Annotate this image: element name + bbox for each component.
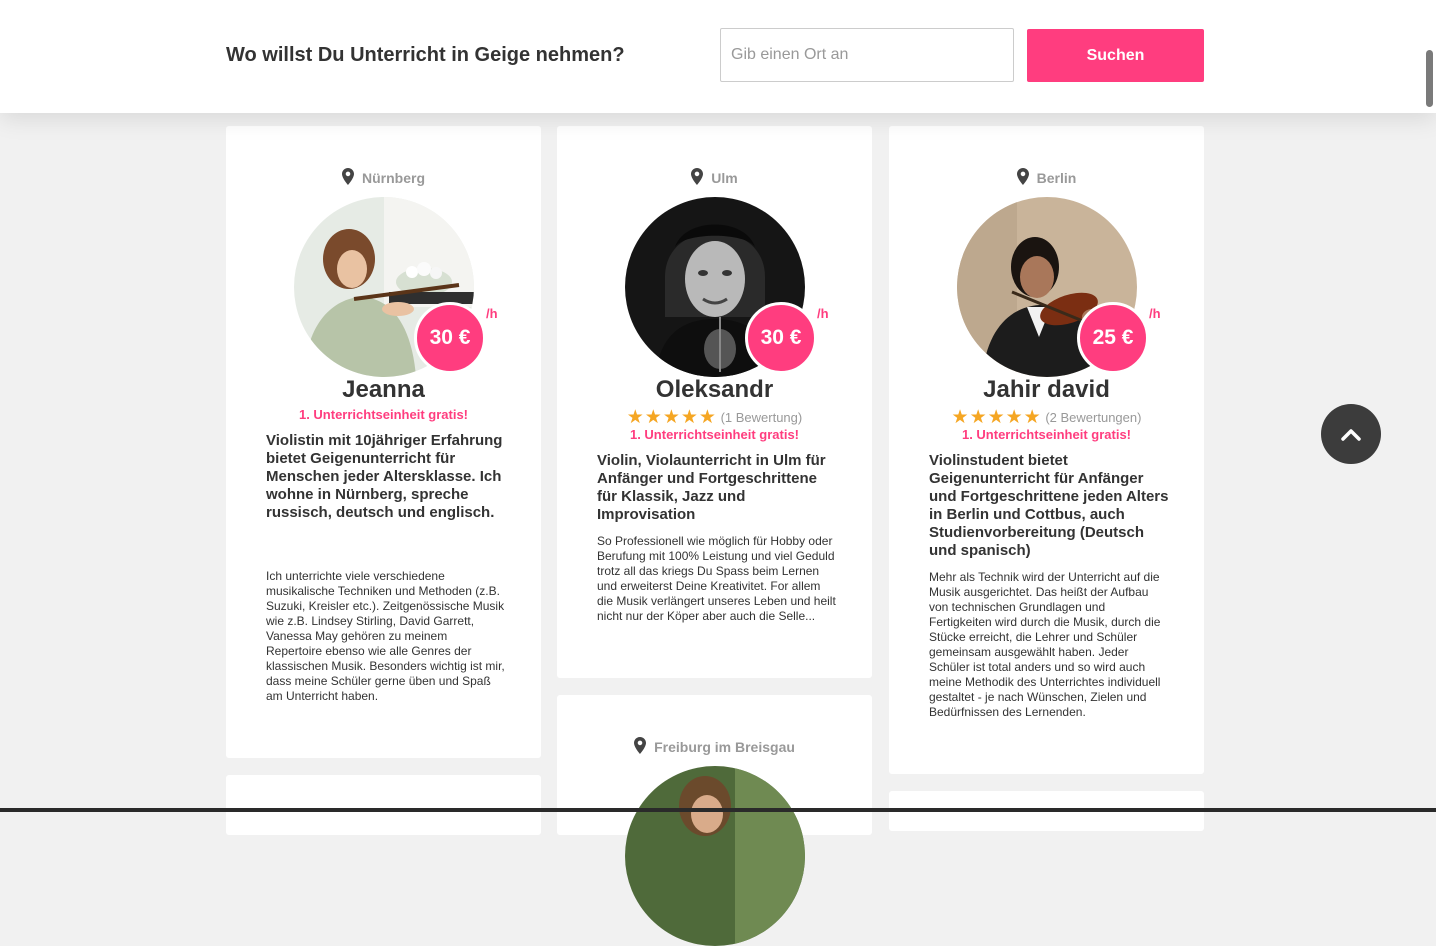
location-label: Freiburg im Breisgau [654,739,795,755]
price-badge: 30 € [414,302,486,374]
teacher-headline: Violin, Violaunterricht in Ulm für Anfän… [597,452,826,523]
teacher-headline: Violistin mit 10jähriger Erfahrung biete… [266,432,503,521]
search-button[interactable]: Suchen [1027,29,1204,82]
rating-stars-icon: ★★★★★ [951,407,1042,428]
teacher-card[interactable]: Ulm 30 € /h Oleksandr ★★★★★ (1 Bewertung… [557,126,872,678]
teacher-photo-image [625,766,805,946]
rating-stars-icon: ★★★★★ [626,407,717,428]
teacher-rating: ★★★★★ (1 Bewertung) [557,406,872,429]
location-pin-icon [342,168,354,185]
teacher-headline: Violinstudent bietet Geigenunterricht fü… [929,452,1169,559]
teacher-name[interactable]: Jahir david [889,376,1204,404]
teacher-location: Berlin [889,168,1204,186]
teacher-card[interactable] [226,775,541,835]
teacher-card[interactable]: Freiburg im Breisgau [557,695,872,946]
per-hour-label: /h [1149,306,1161,321]
location-label: Nürnberg [362,170,425,186]
per-hour-label: /h [817,306,829,321]
scroll-to-top-button[interactable] [1321,404,1381,464]
teacher-description: Mehr als Technik wird der Unterricht auf… [929,570,1161,719]
teacher-description: So Professionell wie möglich für Hobby o… [597,534,836,623]
search-header: Wo willst Du Unterricht in Geige nehmen?… [0,0,1436,113]
free-lesson-label: 1. Unterrichtseinheit gratis! [629,427,800,442]
teacher-name[interactable]: Jeanna [226,376,541,404]
location-pin-icon [1016,168,1029,185]
review-count[interactable]: (2 Bewertungen) [1045,410,1141,425]
scrollbar-thumb[interactable] [1426,50,1433,107]
location-label: Berlin [1036,170,1077,186]
teacher-card[interactable]: Nürnberg 30 € /h Jeanna 1. Unterrichtsei… [226,126,541,758]
teacher-location: Nürnberg [226,168,541,186]
teacher-location: Ulm [557,168,872,186]
teacher-location: Freiburg im Breisgau [557,737,872,755]
bottom-edge [0,808,1436,812]
per-hour-label: /h [486,306,498,321]
location-pin-icon [691,168,704,185]
teacher-description: Ich unterrichte viele verschiedene musik… [266,569,505,703]
free-lesson-label: 1. Unterrichtseinheit gratis! [298,407,469,422]
search-question: Wo willst Du Unterricht in Geige nehmen? [226,44,625,66]
teacher-rating: ★★★★★ (2 Bewertungen) [889,406,1204,429]
price-badge: 30 € [745,302,817,374]
teacher-photo[interactable] [625,766,805,946]
free-lesson-label: 1. Unterrichtseinheit gratis! [961,427,1132,442]
location-pin-icon [634,737,647,754]
location-label: Ulm [711,170,738,186]
review-count[interactable]: (1 Bewertung) [721,410,803,425]
location-search-input[interactable] [720,28,1014,82]
teacher-name[interactable]: Oleksandr [557,376,872,404]
teacher-card[interactable]: Berlin 25 € /h Jahir david ★★★★★ (2 Bewe… [889,126,1204,774]
chevron-up-icon [1341,428,1361,441]
price-badge: 25 € [1077,302,1149,374]
